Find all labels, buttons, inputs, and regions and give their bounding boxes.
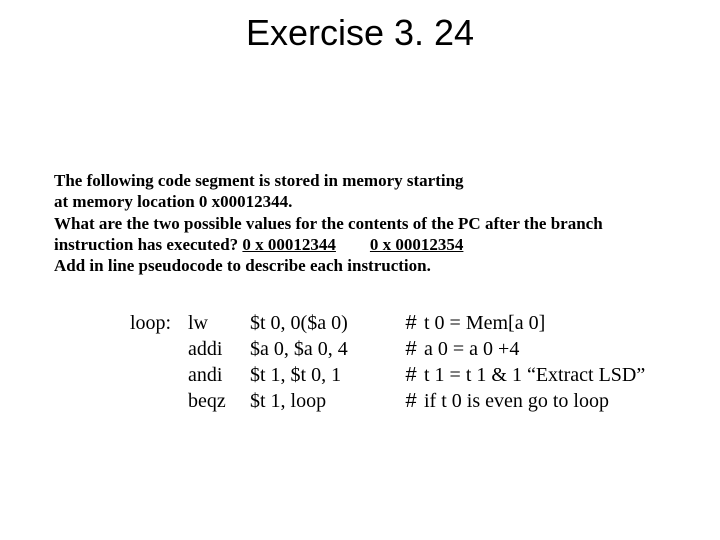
code-row: loop: lw $t 0, 0($a 0) # t 0 = Mem[a 0]: [130, 310, 645, 336]
code-row: beqz $t 1, loop # if t 0 is even go to l…: [130, 388, 645, 414]
code-opcode: andi: [188, 362, 250, 388]
code-label: [130, 336, 188, 362]
code-label: [130, 388, 188, 414]
intro-line-5: Add in line pseudocode to describe each …: [54, 255, 710, 276]
code-opcode: addi: [188, 336, 250, 362]
code-row: andi $t 1, $t 0, 1 # t 1 = t 1 & 1 “Extr…: [130, 362, 645, 388]
answer-gap: [336, 235, 370, 254]
intro-line-4a: instruction has executed?: [54, 235, 242, 254]
code-opcode: beqz: [188, 388, 250, 414]
intro-line-3: What are the two possible values for the…: [54, 213, 710, 234]
code-table: loop: lw $t 0, 0($a 0) # t 0 = Mem[a 0] …: [130, 310, 645, 414]
hash-icon: #: [398, 336, 424, 362]
intro-line-4: instruction has executed? 0 x 00012344 0…: [54, 234, 710, 255]
hash-icon: #: [398, 388, 424, 414]
code-args: $t 0, 0($a 0): [250, 310, 398, 336]
code-args: $t 1, $t 0, 1: [250, 362, 398, 388]
code-block: loop: lw $t 0, 0($a 0) # t 0 = Mem[a 0] …: [130, 310, 720, 414]
question-text: The following code segment is stored in …: [54, 170, 710, 276]
code-row: addi $a 0, $a 0, 4 # a 0 = a 0 +4: [130, 336, 645, 362]
hash-icon: #: [398, 362, 424, 388]
code-label: loop:: [130, 310, 188, 336]
slide: Exercise 3. 24 The following code segmen…: [0, 0, 720, 540]
slide-title: Exercise 3. 24: [0, 0, 720, 54]
intro-line-1: The following code segment is stored in …: [54, 170, 710, 191]
code-args: $a 0, $a 0, 4: [250, 336, 398, 362]
code-comment: t 1 = t 1 & 1 “Extract LSD”: [424, 362, 645, 388]
answer-2: 0 x 00012354: [370, 235, 464, 254]
code-opcode: lw: [188, 310, 250, 336]
code-comment: if t 0 is even go to loop: [424, 388, 645, 414]
code-args: $t 1, loop: [250, 388, 398, 414]
hash-icon: #: [398, 310, 424, 336]
answer-1: 0 x 00012344: [242, 235, 336, 254]
intro-line-2: at memory location 0 x00012344.: [54, 191, 710, 212]
code-comment: t 0 = Mem[a 0]: [424, 310, 645, 336]
code-comment: a 0 = a 0 +4: [424, 336, 645, 362]
code-label: [130, 362, 188, 388]
